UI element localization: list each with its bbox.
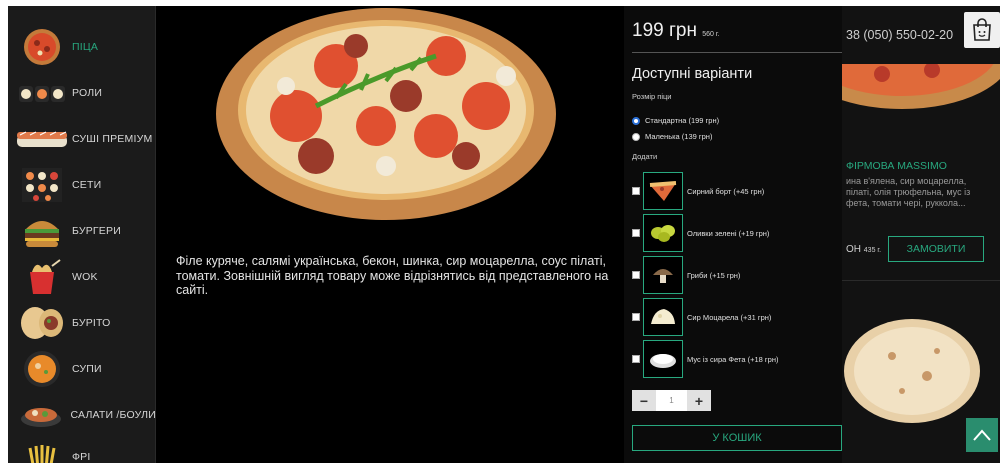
mushrooms-icon xyxy=(643,256,683,294)
background-page: 38 (050) 550-02-20 ФІРМОВА MASSIMO ина в… xyxy=(792,6,1000,463)
phone-number[interactable]: 38 (050) 550-02-20 xyxy=(846,28,953,42)
mozzarella-icon xyxy=(643,298,683,336)
product-price: 199 грн 560 г. xyxy=(632,20,720,41)
addon-cheese-crust[interactable]: Сирний борт (+45 грн) xyxy=(632,172,837,210)
divider xyxy=(842,280,1000,281)
divider xyxy=(632,52,842,53)
options-panel: 199 грн 560 г. Доступні варіанти Розмір … xyxy=(624,6,842,463)
rolls-icon xyxy=(16,73,68,113)
quantity-value[interactable]: 1 xyxy=(656,390,687,411)
sidebar-item-label: СУПИ xyxy=(72,363,102,375)
product-description: Філе куряче, салямі українська, бекон, ш… xyxy=(176,254,609,297)
addon-feta-mousse[interactable]: Мус із сира Фета (+18 грн) xyxy=(632,340,837,378)
sidebar-item-soups[interactable]: СУПИ xyxy=(8,346,156,392)
background-product-description: ина в'ялена, сир моцарелла, пілаті, олія… xyxy=(846,176,971,208)
product-modal: Філе куряче, салямі українська, бекон, ш… xyxy=(156,6,842,463)
size-option-small[interactable]: Маленька (139 грн) xyxy=(632,132,712,141)
sidebar-item-salads[interactable]: САЛАТИ /БОУЛИ xyxy=(8,392,156,438)
addon-checkbox[interactable] xyxy=(632,187,640,195)
addon-checkbox[interactable] xyxy=(632,229,640,237)
sidebar-item-label: ПІЦА xyxy=(72,41,99,53)
chevron-up-icon xyxy=(973,429,991,441)
sidebar-item-wok[interactable]: WOK xyxy=(8,254,156,300)
background-product-price: ОН 435 г. xyxy=(846,244,882,255)
radio-selected[interactable] xyxy=(632,116,640,125)
add-to-cart-button[interactable]: У КОШИК xyxy=(632,425,842,451)
sidebar-item-sushi-premium[interactable]: СУШІ ПРЕМІУМ xyxy=(8,116,156,162)
wok-icon xyxy=(16,257,68,297)
background-product-name[interactable]: ФІРМОВА MASSIMO xyxy=(846,160,947,172)
sidebar-item-burrito[interactable]: БУРІТО xyxy=(8,300,156,346)
product-image xyxy=(186,6,610,242)
sidebar-item-sets[interactable]: СЕТИ xyxy=(8,162,156,208)
green-olives-icon xyxy=(643,214,683,252)
salad-icon xyxy=(16,395,66,435)
soup-icon xyxy=(16,349,68,389)
quantity-stepper: − 1 + xyxy=(632,390,711,411)
sidebar-item-label: РОЛИ xyxy=(72,87,103,99)
background-pizza-image xyxy=(792,6,1000,114)
sidebar-item-label: СУШІ ПРЕМІУМ xyxy=(72,133,153,145)
sidebar-item-label: WOK xyxy=(72,271,98,283)
addon-mushrooms[interactable]: Гриби (+15 грн) xyxy=(632,256,837,294)
sidebar-item-label: САЛАТИ /БОУЛИ xyxy=(70,409,156,421)
sidebar-item-rolls[interactable]: РОЛИ xyxy=(8,70,156,116)
options-title: Доступні варіанти xyxy=(632,66,753,82)
sidebar-item-label: СЕТИ xyxy=(72,179,102,191)
quantity-increase-button[interactable]: + xyxy=(687,390,711,411)
addons-label: Додати xyxy=(632,152,658,161)
addon-checkbox[interactable] xyxy=(632,313,640,321)
sidebar-item-label: БУРГЕРИ xyxy=(72,225,121,237)
background-pizza-image-2 xyxy=(842,316,1000,426)
radio-unselected[interactable] xyxy=(632,132,640,141)
addon-mozzarella[interactable]: Сир Моцарела (+31 грн) xyxy=(632,298,837,336)
pizza-icon xyxy=(16,27,68,67)
size-option-standard[interactable]: Стандартна (199 грн) xyxy=(632,116,719,125)
sidebar-item-fries[interactable]: ФРІ xyxy=(8,434,156,463)
burrito-icon xyxy=(16,303,68,343)
sidebar-item-label: БУРІТО xyxy=(72,317,111,329)
addon-checkbox[interactable] xyxy=(632,355,640,363)
fries-icon xyxy=(16,437,68,463)
sidebar-item-burgers[interactable]: БУРГЕРИ xyxy=(8,208,156,254)
quantity-decrease-button[interactable]: − xyxy=(632,390,656,411)
order-button[interactable]: ЗАМОВИТИ xyxy=(888,236,984,262)
feta-mousse-icon xyxy=(643,340,683,378)
cheese-crust-icon xyxy=(643,172,683,210)
addon-checkbox[interactable] xyxy=(632,271,640,279)
scroll-top-button[interactable] xyxy=(966,418,998,452)
product-weight: 560 г. xyxy=(702,31,720,38)
addon-green-olives[interactable]: Оливки зелені (+19 грн) xyxy=(632,214,837,252)
cart-bag-icon[interactable] xyxy=(964,12,1000,48)
size-label: Розмір піци xyxy=(632,92,672,101)
sets-icon xyxy=(16,165,68,205)
app-frame: ПІЦА РОЛИ СУШІ ПРЕМІУМ СЕТИ БУРГЕРИ WOK … xyxy=(8,6,1000,463)
sidebar-item-pizza[interactable]: ПІЦА xyxy=(8,24,156,70)
burger-icon xyxy=(16,211,68,251)
category-sidebar: ПІЦА РОЛИ СУШІ ПРЕМІУМ СЕТИ БУРГЕРИ WOK … xyxy=(8,6,156,463)
sidebar-item-label: ФРІ xyxy=(72,451,91,463)
sushi-icon xyxy=(16,119,68,159)
